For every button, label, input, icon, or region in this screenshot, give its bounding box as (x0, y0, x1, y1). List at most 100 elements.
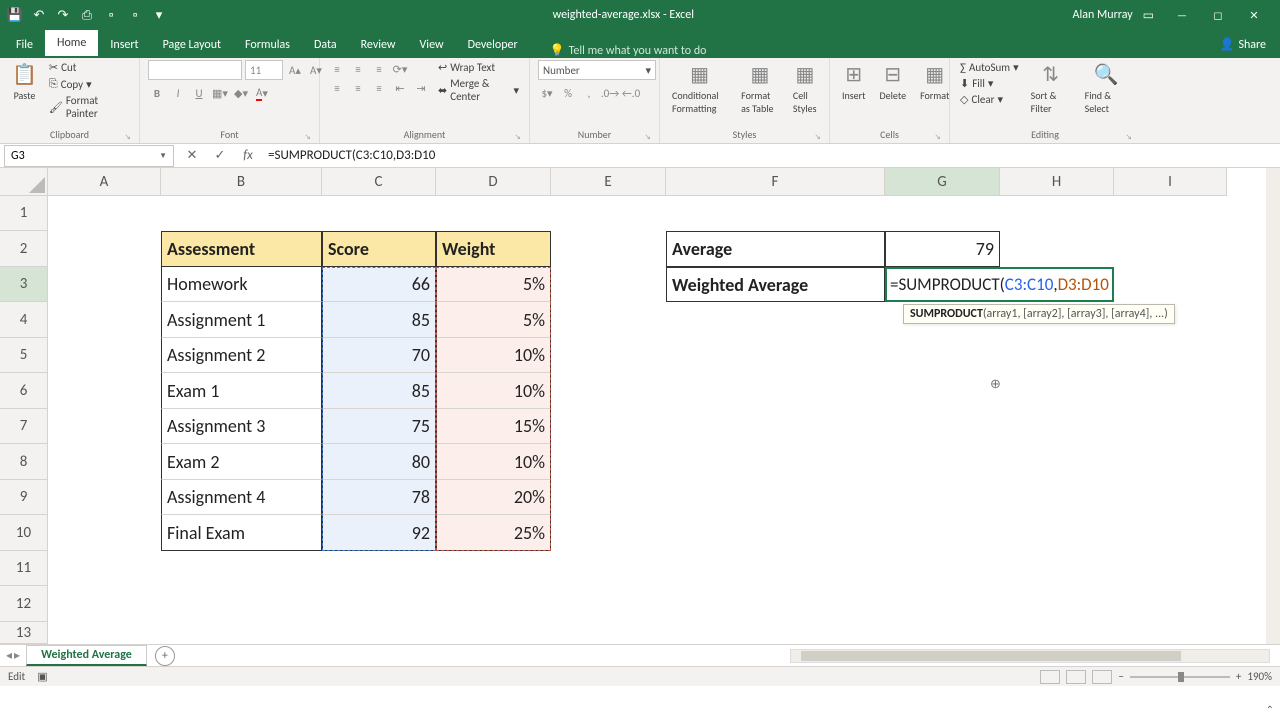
comma-format-icon[interactable]: , (580, 84, 598, 102)
font-name-input[interactable] (148, 60, 242, 80)
row-header[interactable]: 13 (0, 622, 48, 644)
font-size-input[interactable] (245, 60, 283, 80)
cell[interactable]: 75 (322, 409, 436, 444)
cell[interactable]: 92 (322, 515, 436, 551)
percent-format-icon[interactable]: % (559, 84, 577, 102)
cell[interactable]: Assignment 1 (161, 302, 322, 338)
cell[interactable]: 70 (322, 338, 436, 373)
sort-filter-button[interactable]: ⇅Sort & Filter (1027, 60, 1075, 117)
tab-formulas[interactable]: Formulas (233, 32, 302, 58)
sheet-nav-last-icon[interactable]: ▸ (14, 648, 20, 663)
cell[interactable]: 10% (436, 444, 551, 480)
format-painter-button[interactable]: 🖌 Format Painter (47, 93, 131, 121)
column-header[interactable]: D (436, 168, 551, 196)
horizontal-scrollbar[interactable] (790, 649, 1270, 663)
cancel-formula-icon[interactable]: ✕ (178, 148, 206, 163)
column-header[interactable]: B (161, 168, 322, 196)
collapse-ribbon-icon[interactable]: ⌃ (1266, 703, 1274, 716)
row-header[interactable]: 7 (0, 409, 48, 444)
cell[interactable]: Score (322, 231, 436, 267)
spreadsheet-grid[interactable]: ABCDEFGHI 12345678910111213 AssessmentSc… (0, 168, 1280, 644)
qat-more-icon[interactable]: ▾ (150, 6, 168, 24)
name-box[interactable]: G3▼ (4, 145, 174, 167)
tell-me-search[interactable]: 💡 Tell me what you want to do (550, 43, 707, 58)
cell[interactable]: 78 (322, 480, 436, 515)
cell[interactable]: 10% (436, 338, 551, 373)
bold-icon[interactable]: B (148, 84, 166, 102)
inc-indent-icon[interactable]: ⇥ (412, 79, 430, 97)
number-format-select[interactable]: Number▾ (538, 60, 656, 80)
column-header[interactable]: I (1114, 168, 1227, 196)
format-cells-button[interactable]: ▦Format (916, 60, 953, 104)
cell[interactable]: 66 (322, 267, 436, 302)
align-top-icon[interactable]: ≡ (328, 60, 346, 78)
cell-editing[interactable]: =SUMPRODUCT(C3:C10,D3:D10 (885, 267, 1114, 302)
cell[interactable]: 79 (885, 231, 1000, 267)
cell[interactable]: Weight (436, 231, 551, 267)
column-header[interactable]: C (322, 168, 436, 196)
undo-icon[interactable]: ↶ (30, 6, 48, 24)
zoom-out-icon[interactable]: − (1118, 670, 1123, 683)
paste-button[interactable]: 📋Paste (8, 60, 41, 104)
column-header[interactable]: H (1000, 168, 1114, 196)
qat-item-icon[interactable]: ▫ (102, 6, 120, 24)
grow-font-icon[interactable]: A▴ (286, 61, 304, 79)
wrap-text-button[interactable]: ↩ Wrap Text (436, 60, 521, 75)
cell[interactable]: 85 (322, 302, 436, 338)
insert-cells-button[interactable]: ⊞Insert (838, 60, 870, 104)
cell[interactable]: Homework (161, 267, 322, 302)
find-select-button[interactable]: 🔍Find & Select (1081, 60, 1132, 117)
align-center-icon[interactable]: ≡ (349, 79, 367, 97)
dec-indent-icon[interactable]: ⇤ (391, 79, 409, 97)
row-header[interactable]: 4 (0, 302, 48, 338)
cell[interactable]: Weighted Average (666, 267, 885, 302)
row-header[interactable]: 12 (0, 586, 48, 622)
cell[interactable]: 15% (436, 409, 551, 444)
view-page-break-icon[interactable] (1092, 670, 1112, 684)
merge-center-button[interactable]: ⬌ Merge & Center ▾ (436, 76, 521, 104)
display-options-icon[interactable]: ▭ (1143, 8, 1154, 23)
cell[interactable]: Exam 2 (161, 444, 322, 480)
cell[interactable]: 85 (322, 373, 436, 409)
fill-color-icon[interactable]: ◆▾ (232, 84, 250, 102)
format-as-table-button[interactable]: ▦Format as Table (737, 60, 783, 117)
user-name[interactable]: Alan Murray (1073, 8, 1133, 22)
underline-icon[interactable]: U (190, 84, 208, 102)
share-button[interactable]: 👤 Share (1205, 31, 1280, 58)
insert-function-icon[interactable]: fx (234, 148, 262, 163)
accounting-format-icon[interactable]: $▾ (538, 84, 556, 102)
minimize-button[interactable]: — (1164, 0, 1200, 30)
row-header[interactable]: 5 (0, 338, 48, 373)
row-header[interactable]: 6 (0, 373, 48, 409)
tab-home[interactable]: Home (45, 30, 98, 58)
qat-item-icon[interactable]: ▫ (126, 6, 144, 24)
orientation-icon[interactable]: ⟳▾ (391, 60, 409, 78)
inc-decimal-icon[interactable]: .0→ (601, 84, 619, 102)
column-header[interactable]: E (551, 168, 666, 196)
new-sheet-button[interactable]: + (155, 646, 175, 666)
zoom-slider[interactable] (1130, 676, 1230, 678)
row-header[interactable]: 1 (0, 196, 48, 231)
column-header[interactable]: F (666, 168, 885, 196)
quickprint-icon[interactable]: ⎙ (78, 6, 96, 24)
tab-insert[interactable]: Insert (98, 32, 150, 58)
tab-page-layout[interactable]: Page Layout (151, 32, 233, 58)
dec-decimal-icon[interactable]: ←.0 (622, 84, 640, 102)
column-header[interactable]: A (48, 168, 161, 196)
delete-cells-button[interactable]: ⊟Delete (876, 60, 911, 104)
tab-view[interactable]: View (408, 32, 456, 58)
conditional-formatting-button[interactable]: ▦Conditional Formatting (668, 60, 731, 117)
cell[interactable]: 20% (436, 480, 551, 515)
row-header[interactable]: 3 (0, 267, 48, 302)
view-normal-icon[interactable] (1040, 670, 1060, 684)
align-right-icon[interactable]: ≡ (370, 79, 388, 97)
fill-button[interactable]: ⬇ Fill ▾ (958, 76, 1021, 91)
row-headers[interactable]: 12345678910111213 (0, 196, 48, 644)
cell[interactable]: Average (666, 231, 885, 267)
clear-button[interactable]: ◇ Clear ▾ (958, 92, 1021, 107)
copy-button[interactable]: ⎘ Copy ▾ (47, 76, 131, 92)
tab-data[interactable]: Data (302, 32, 349, 58)
save-icon[interactable]: 💾 (6, 6, 24, 24)
close-button[interactable]: ✕ (1236, 0, 1272, 30)
vertical-scrollbar[interactable] (1266, 168, 1280, 644)
